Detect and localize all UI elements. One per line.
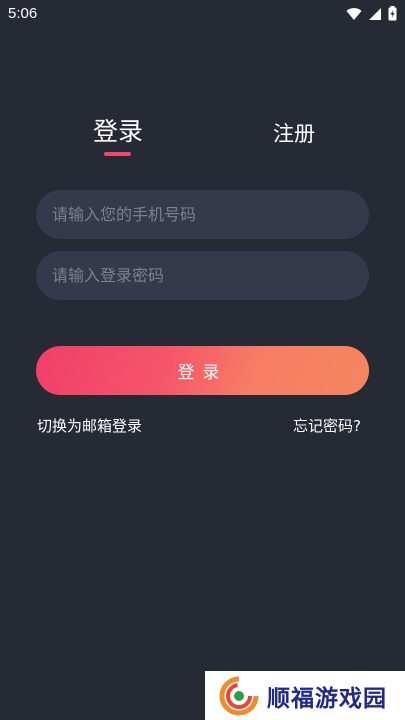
auth-tabs: 登录 注册 bbox=[0, 112, 405, 172]
password-input[interactable] bbox=[36, 251, 369, 300]
watermark-logo-icon bbox=[219, 676, 259, 715]
status-bar: 5:06 bbox=[0, 0, 405, 28]
phone-field-container bbox=[36, 190, 369, 239]
password-field-container bbox=[36, 251, 369, 300]
login-button[interactable]: 登录 bbox=[36, 346, 369, 395]
phone-input[interactable] bbox=[36, 190, 369, 239]
status-time: 5:06 bbox=[8, 5, 38, 22]
status-icons bbox=[346, 6, 397, 21]
wifi-icon bbox=[346, 7, 362, 20]
watermark-text: 顺福游戏园 bbox=[267, 685, 387, 712]
active-tab-indicator bbox=[104, 152, 131, 156]
tab-login[interactable]: 登录 bbox=[93, 112, 143, 148]
battery-icon bbox=[388, 6, 397, 21]
tab-register[interactable]: 注册 bbox=[273, 118, 315, 148]
signal-icon bbox=[369, 7, 381, 20]
watermark-banner: 顺福游戏园 bbox=[205, 671, 405, 720]
forgot-password-link[interactable]: 忘记密码? bbox=[293, 415, 361, 436]
switch-email-login-link[interactable]: 切换为邮箱登录 bbox=[37, 415, 142, 436]
